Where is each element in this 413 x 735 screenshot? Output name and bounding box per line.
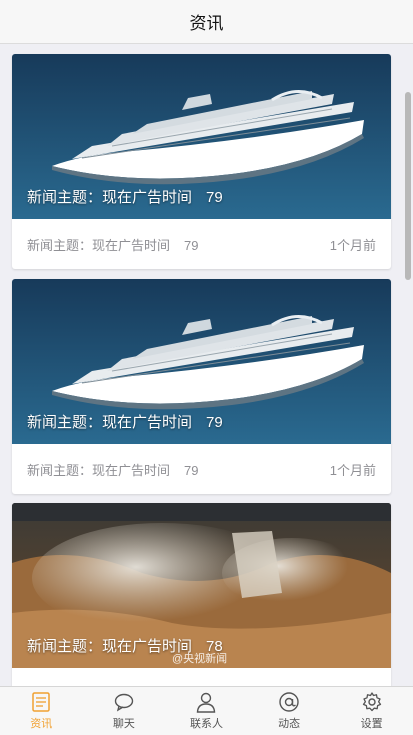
news-image-cruise-ship[interactable]: 新闻主题：现在广告时间 79 (12, 54, 391, 219)
image-watermark: @央视新闻 (172, 653, 228, 665)
tab-settings[interactable]: 设置 (330, 687, 413, 735)
image-overlay-title: 新闻主题：现在广告时间 79 (27, 189, 223, 206)
at-sign-icon (279, 692, 299, 712)
news-image-waterfall[interactable]: 新闻主题：现在广告时间 78 @央视新闻 (12, 503, 391, 668)
person-icon (197, 692, 216, 713)
tab-label: 动态 (278, 718, 301, 730)
header-bar: 资讯 (0, 0, 413, 44)
tab-contacts[interactable]: 联系人 (165, 687, 248, 735)
tab-label: 设置 (360, 718, 383, 730)
news-time: 1个月前 (329, 237, 376, 253)
news-image-cruise-ship[interactable]: 新闻主题：现在广告时间 79 (12, 279, 391, 444)
gear-icon (362, 692, 381, 712)
news-meta: 新闻主题：现在广告时间 79 (27, 462, 199, 478)
tab-news[interactable]: 资讯 (0, 687, 83, 735)
chat-bubble-icon (114, 693, 134, 712)
news-time: 1个月前 (329, 462, 376, 478)
news-card[interactable]: 新闻主题：现在广告时间 78 @央视新闻 (12, 503, 391, 686)
image-overlay-title: 新闻主题：现在广告时间 79 (27, 414, 223, 431)
tab-label: 资讯 (30, 718, 53, 730)
news-meta: 新闻主题：现在广告时间 79 (27, 237, 199, 253)
tab-moments[interactable]: 动态 (248, 687, 331, 735)
news-card-footer: 新闻主题：现在广告时间 79 1个月前 (12, 219, 391, 269)
news-card-footer: 新闻主题：现在广告时间 79 1个月前 (12, 444, 391, 494)
news-card[interactable]: 新闻主题：现在广告时间 79 新闻主题：现在广告时间 79 1个月前 (12, 279, 391, 494)
bottom-tab-bar: 资讯 聊天 联系人 动态 设置 (0, 686, 413, 735)
scrollbar[interactable] (405, 92, 411, 280)
tab-label: 聊天 (112, 718, 135, 730)
tab-label: 联系人 (189, 718, 223, 730)
page-title: 资讯 (189, 14, 224, 33)
news-card[interactable]: 新闻主题：现在广告时间 79 新闻主题：现在广告时间 79 1个月前 (12, 54, 391, 269)
tab-chat[interactable]: 聊天 (83, 687, 166, 735)
news-icon (32, 692, 51, 712)
news-list[interactable]: 新闻主题：现在广告时间 79 新闻主题：现在广告时间 79 1个月前 新闻主题：… (0, 44, 413, 686)
